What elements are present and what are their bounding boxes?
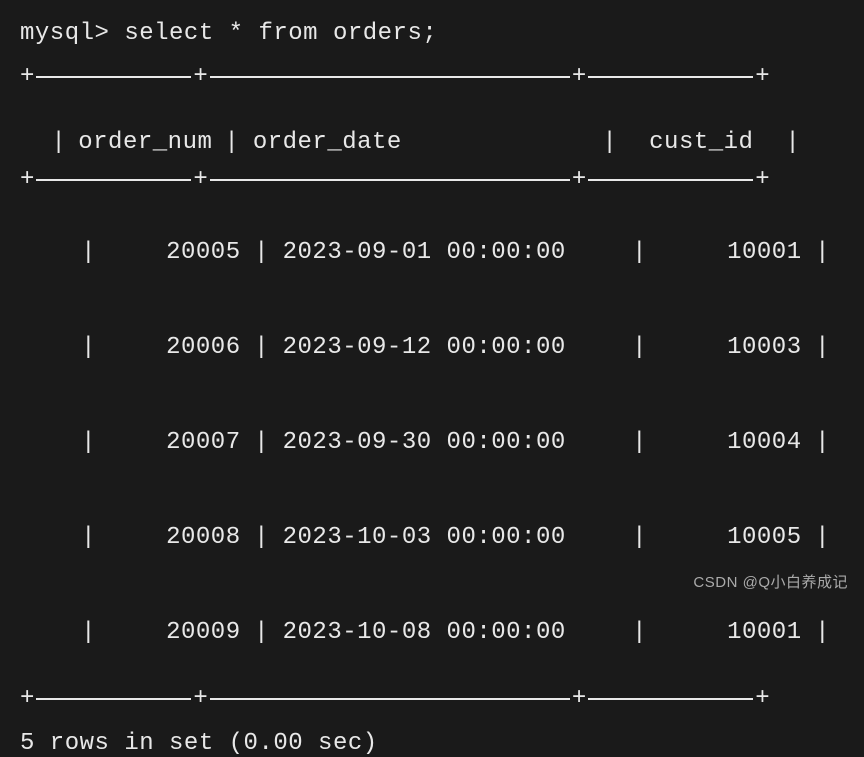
table-header-border: ++++: [20, 168, 844, 193]
column-header-order-date: order_date: [241, 129, 601, 156]
cell-cust-id: 10001: [649, 619, 814, 646]
cell-cust-id: 10003: [649, 334, 814, 361]
column-header-cust-id: cust_id: [619, 129, 784, 156]
table-header-row: |order_num|order_date|cust_id|: [20, 102, 844, 156]
column-header-order-num: order_num: [68, 129, 223, 156]
cell-cust-id: 10001: [649, 239, 814, 266]
cell-cust-id: 10004: [649, 429, 814, 456]
cell-order-num: 20008: [98, 524, 253, 551]
cell-order-num: 20009: [98, 619, 253, 646]
table-row: |20006|2023-09-12 00:00:00|10003|: [20, 307, 844, 388]
cell-order-num: 20006: [98, 334, 253, 361]
table-top-border: ++++: [20, 65, 844, 90]
table-row: |20007|2023-09-30 00:00:00|10004|: [20, 402, 844, 483]
result-summary: 5 rows in set (0.00 sec): [20, 730, 844, 757]
cell-cust-id: 10005: [649, 524, 814, 551]
cell-order-date: 2023-09-30 00:00:00: [271, 429, 631, 456]
watermark: CSDN @Q小白养成记: [693, 571, 848, 592]
cell-order-num: 20007: [98, 429, 253, 456]
table-row: |20005|2023-09-01 00:00:00|10001|: [20, 212, 844, 293]
cell-order-date: 2023-09-01 00:00:00: [271, 239, 631, 266]
cell-order-num: 20005: [98, 239, 253, 266]
table-row: |20008|2023-10-03 00:00:00|10005|: [20, 497, 844, 578]
cell-order-date: 2023-10-08 00:00:00: [271, 619, 631, 646]
sql-prompt: mysql> select * from orders;: [20, 20, 844, 47]
table-bottom-border: ++++: [20, 687, 844, 712]
cell-order-date: 2023-09-12 00:00:00: [271, 334, 631, 361]
cell-order-date: 2023-10-03 00:00:00: [271, 524, 631, 551]
